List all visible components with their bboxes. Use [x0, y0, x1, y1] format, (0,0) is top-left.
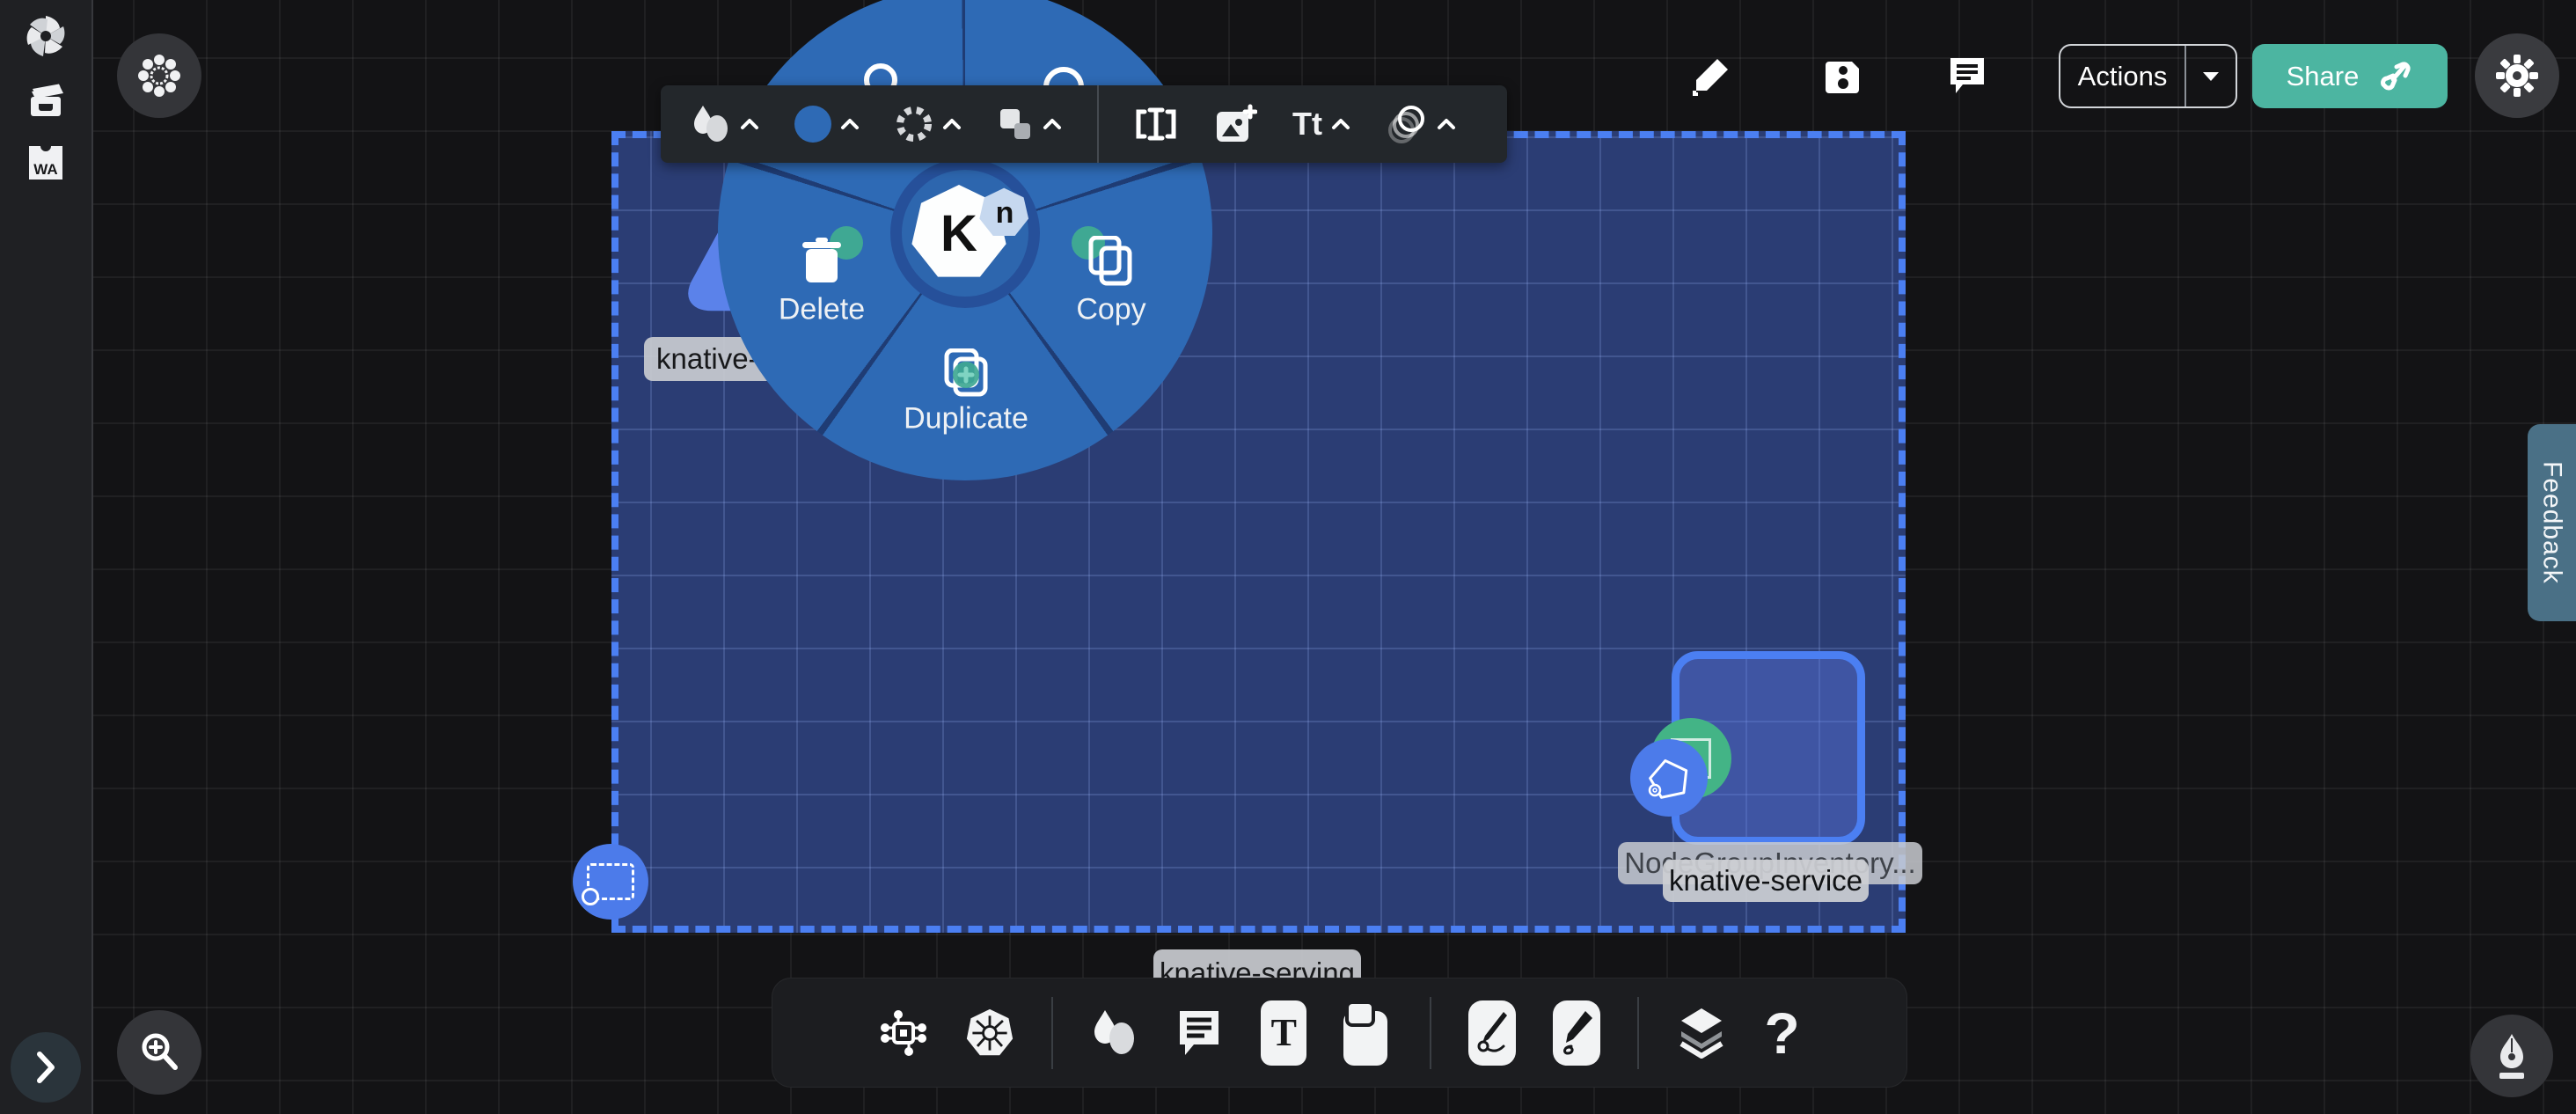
expand-sidebar-button[interactable]: [11, 1032, 81, 1103]
format-toolbar: Tt: [661, 85, 1507, 163]
image-add-control[interactable]: [1213, 103, 1257, 145]
chevron-up-icon: [740, 118, 759, 130]
share-link-icon: [2378, 59, 2413, 94]
copy-style-control[interactable]: [997, 106, 1062, 143]
pentagon-icon: [1644, 753, 1694, 803]
expand-chevron-icon: [34, 1051, 57, 1084]
toolbar-divider: [1097, 85, 1099, 163]
dropdown-caret-icon: [2201, 70, 2221, 83]
toolbar-divider: [1430, 997, 1431, 1069]
opacity-icon: [1386, 103, 1428, 145]
comment-tool-icon: [1175, 1008, 1224, 1059]
comment-icon: [1947, 55, 1987, 97]
feedback-tab[interactable]: Feedback: [2528, 424, 2576, 621]
edit-button[interactable]: [1691, 55, 1731, 96]
pen-nib-icon: [2492, 1032, 2532, 1080]
radial-item-copy[interactable]: Copy: [1076, 293, 1145, 327]
resize-width-icon: [1134, 106, 1178, 142]
actions-label: Actions: [2060, 61, 2184, 92]
vector-pen-icon: [1475, 1009, 1510, 1057]
kubernetes-tool[interactable]: [965, 1008, 1014, 1059]
radial-item-duplicate[interactable]: Duplicate: [904, 402, 1028, 436]
share-label: Share: [2287, 61, 2360, 92]
connector-icon: [879, 1008, 928, 1058]
toolbar-divider: [1051, 997, 1053, 1069]
pentagon-badge[interactable]: [1630, 739, 1708, 817]
isoflow-logo[interactable]: [24, 14, 68, 58]
zoom-button[interactable]: [117, 1010, 201, 1095]
chevron-up-icon: [942, 118, 962, 130]
help-tool[interactable]: ?: [1764, 1004, 1799, 1062]
resize-width-control[interactable]: [1134, 106, 1178, 142]
duplicate-icon[interactable]: [941, 348, 991, 398]
radial-center: K n: [890, 158, 1040, 308]
radial-context-menu: Delete Copy Duplicate K n: [718, 0, 1212, 480]
text-style-icon: Tt: [1292, 106, 1322, 143]
dashed-area-icon: [587, 863, 634, 900]
pen-mode-button[interactable]: [2470, 1015, 2553, 1097]
vector-pen-tool[interactable]: [1468, 1000, 1516, 1066]
canvas[interactable]: { "colors":{"accent_blue":"#4b7ff2","men…: [0, 0, 2576, 1114]
image-add-icon: [1213, 103, 1257, 145]
svg-text:WA: WA: [33, 161, 57, 178]
knative-n: n: [996, 196, 1014, 230]
archive-icon[interactable]: [25, 79, 67, 120]
app-menu-button[interactable]: [117, 33, 201, 118]
radial-item-delete[interactable]: Delete: [779, 293, 865, 327]
shapes-icon: [1090, 1008, 1138, 1058]
shapes-tool[interactable]: [1090, 1008, 1138, 1058]
border-style-control[interactable]: [895, 105, 962, 143]
zoom-in-icon: [137, 1030, 181, 1074]
copy-icon[interactable]: [1087, 236, 1135, 287]
chevron-up-icon: [840, 118, 860, 130]
edit-pencil-icon: [1691, 55, 1731, 96]
shape-style-control[interactable]: [691, 104, 759, 144]
layers-tool[interactable]: [1676, 1007, 1727, 1059]
toolbar-divider: [1637, 997, 1639, 1069]
node-label-service: knative-service: [1663, 860, 1869, 902]
feedback-label: Feedback: [2537, 461, 2567, 584]
comments-button[interactable]: [1947, 55, 1987, 97]
share-button[interactable]: Share: [2252, 44, 2448, 108]
actions-caret[interactable]: [2186, 70, 2236, 83]
comment-tool[interactable]: [1175, 1008, 1224, 1059]
chevron-up-icon: [1437, 118, 1456, 130]
chevron-up-icon: [1043, 118, 1062, 130]
trash-icon[interactable]: [799, 237, 845, 286]
tool-palette: T ?: [772, 978, 1907, 1088]
save-button[interactable]: [1824, 56, 1862, 95]
pencil-tool[interactable]: [1553, 1000, 1600, 1066]
settings-gear-icon: [2494, 53, 2540, 99]
chevron-up-icon: [1331, 118, 1350, 130]
settings-button[interactable]: [2475, 33, 2559, 118]
webassembly-icon[interactable]: WA: [26, 143, 66, 183]
group-badge[interactable]: [573, 844, 648, 920]
connector-tool[interactable]: [879, 1008, 928, 1058]
shape-style-icon: [691, 104, 731, 144]
layers-icon: [1676, 1007, 1727, 1059]
fill-color-swatch: [794, 106, 831, 143]
kubernetes-icon: [965, 1008, 1014, 1059]
opacity-control[interactable]: [1386, 103, 1456, 145]
text-style-control[interactable]: Tt: [1292, 106, 1350, 143]
help-icon: ?: [1764, 1000, 1799, 1066]
fill-color-control[interactable]: [794, 106, 860, 143]
actions-button[interactable]: Actions: [2059, 44, 2237, 108]
copy-style-icon: [997, 106, 1034, 143]
sidebar: WA: [0, 0, 93, 1114]
save-icon: [1824, 56, 1862, 95]
text-tool[interactable]: T: [1261, 1000, 1306, 1066]
border-style-icon: [895, 105, 933, 143]
text-tool-icon: T: [1271, 1010, 1297, 1055]
card-tool[interactable]: [1343, 1000, 1393, 1066]
knative-k: K: [940, 205, 977, 262]
flower-logo-icon: [136, 53, 182, 99]
freehand-pencil-icon: [1559, 1009, 1594, 1057]
